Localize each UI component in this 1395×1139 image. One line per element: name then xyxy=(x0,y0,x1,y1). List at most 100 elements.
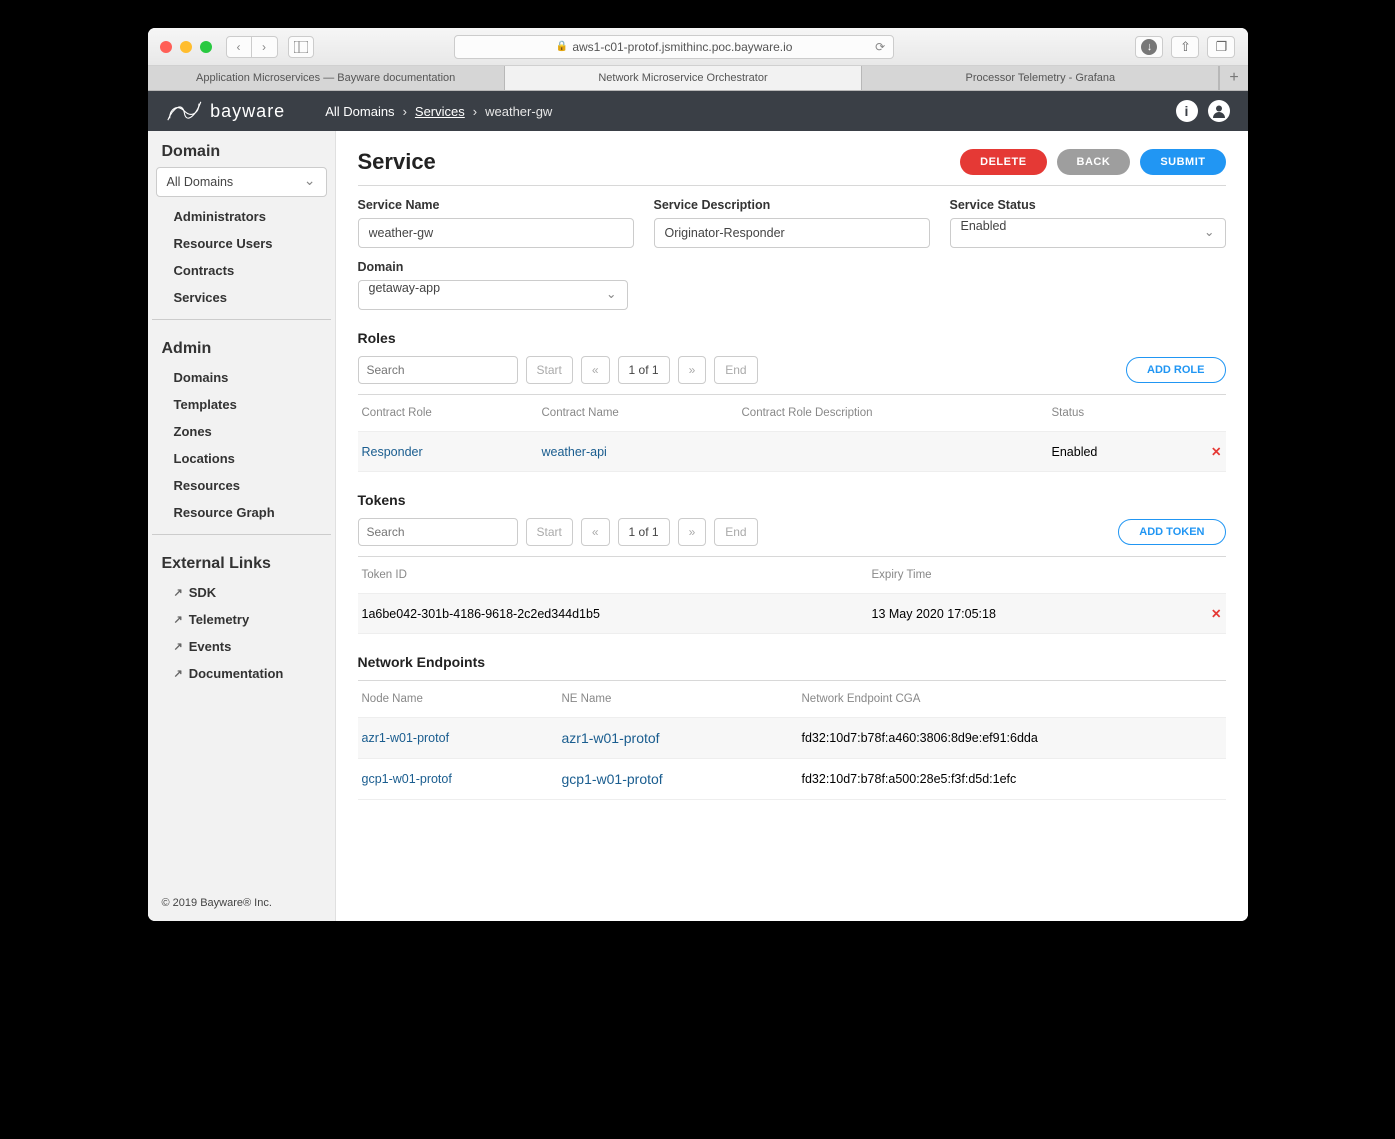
ext-link-documentation[interactable]: ↗Documentation xyxy=(148,660,335,687)
roles-search-input[interactable] xyxy=(358,356,518,384)
input-service-description[interactable] xyxy=(654,218,930,248)
sidebar-toggle-button[interactable] xyxy=(288,36,314,58)
roles-next-button[interactable]: » xyxy=(678,356,707,384)
tab-docs[interactable]: Application Microservices — Bayware docu… xyxy=(148,66,505,90)
col-contract-role: Contract Role xyxy=(362,407,542,419)
browser-titlebar: ‹ › 🔒 aws1-c01-protof.jsmithinc.poc.bayw… xyxy=(148,28,1248,66)
ext-link-sdk[interactable]: ↗SDK xyxy=(148,579,335,606)
node-link[interactable]: gcp1-w01-protof xyxy=(362,772,562,786)
new-tab-button[interactable]: + xyxy=(1219,66,1247,90)
window-controls xyxy=(160,41,212,53)
tab-grafana[interactable]: Processor Telemetry - Grafana xyxy=(862,66,1219,90)
endpoints-table-head: Node Name NE Name Network Endpoint CGA xyxy=(358,681,1226,718)
select-service-status[interactable]: Enabled xyxy=(950,218,1226,248)
endpoints-title: Network Endpoints xyxy=(358,654,1226,670)
sidebar-divider xyxy=(152,319,331,320)
logo-icon xyxy=(166,100,203,122)
tab-orchestrator[interactable]: Network Microservice Orchestrator xyxy=(505,66,862,90)
nav-buttons: ‹ › xyxy=(226,36,278,58)
close-window-button[interactable] xyxy=(160,41,172,53)
role-delete-icon[interactable]: ✕ xyxy=(1192,444,1222,459)
ne-link[interactable]: azr1-w01-protof xyxy=(562,730,802,746)
nav-back-button[interactable]: ‹ xyxy=(226,36,252,58)
browser-window: ‹ › 🔒 aws1-c01-protof.jsmithinc.poc.bayw… xyxy=(148,28,1248,921)
sidebar-item-locations[interactable]: Locations xyxy=(148,445,335,472)
brand-logo[interactable]: bayware xyxy=(166,100,286,122)
breadcrumb-current: weather-gw xyxy=(485,104,552,119)
tokens-start-button[interactable]: Start xyxy=(526,518,573,546)
action-buttons: DELETE BACK SUBMIT xyxy=(960,149,1225,175)
page-header: Service DELETE BACK SUBMIT xyxy=(358,149,1226,186)
download-button[interactable]: ↓ xyxy=(1135,36,1163,58)
label-service-description: Service Description xyxy=(654,198,930,212)
toolbar-icons: ↓ ⇧ ❐ xyxy=(1135,36,1235,58)
tokens-page-info: 1 of 1 xyxy=(618,518,670,546)
sidebar-item-templates[interactable]: Templates xyxy=(148,391,335,418)
sidebar-item-zones[interactable]: Zones xyxy=(148,418,335,445)
breadcrumb-services[interactable]: Services xyxy=(415,104,465,119)
tokens-prev-button[interactable]: « xyxy=(581,518,610,546)
sidebar-admin-title: Admin xyxy=(148,328,335,364)
tokens-end-button[interactable]: End xyxy=(714,518,757,546)
contract-name-link[interactable]: weather-api xyxy=(542,445,742,459)
endpoints-row: gcp1-w01-protof gcp1-w01-protof fd32:10d… xyxy=(358,759,1226,800)
tokens-title: Tokens xyxy=(358,492,1226,508)
app-header: bayware All Domains › Services › weather… xyxy=(148,91,1248,131)
node-link[interactable]: azr1-w01-protof xyxy=(362,731,562,745)
external-link-icon: ↗ xyxy=(174,667,183,680)
sidebar-domain-title: Domain xyxy=(148,131,335,167)
minimize-window-button[interactable] xyxy=(180,41,192,53)
domain-select[interactable]: All Domains xyxy=(156,167,327,197)
ext-link-telemetry[interactable]: ↗Telemetry xyxy=(148,606,335,633)
roles-controls: Start « 1 of 1 » End ADD ROLE xyxy=(358,356,1226,384)
token-id: 1a6be042-301b-4186-9618-2c2ed344d1b5 xyxy=(362,607,872,621)
sidebar-item-domains[interactable]: Domains xyxy=(148,364,335,391)
roles-table: Contract Role Contract Name Contract Rol… xyxy=(358,394,1226,472)
maximize-window-button[interactable] xyxy=(200,41,212,53)
sidebar-item-resources[interactable]: Resources xyxy=(148,472,335,499)
breadcrumb-all-domains[interactable]: All Domains xyxy=(325,104,394,119)
share-button[interactable]: ⇧ xyxy=(1171,36,1199,58)
user-icon[interactable] xyxy=(1208,100,1230,122)
cga-value: fd32:10d7:b78f:a460:3806:8d9e:ef91:6dda xyxy=(802,731,1222,745)
sidebar-item-contracts[interactable]: Contracts xyxy=(148,257,335,284)
submit-button[interactable]: SUBMIT xyxy=(1140,149,1225,175)
sidebar-item-administrators[interactable]: Administrators xyxy=(148,203,335,230)
ne-link[interactable]: gcp1-w01-protof xyxy=(562,771,802,787)
sidebar-item-resource-users[interactable]: Resource Users xyxy=(148,230,335,257)
page-title: Service xyxy=(358,149,436,175)
tokens-table: Token ID Expiry Time 1a6be042-301b-4186-… xyxy=(358,556,1226,634)
tokens-table-head: Token ID Expiry Time xyxy=(358,557,1226,594)
reload-icon[interactable]: ⟳ xyxy=(875,40,885,54)
info-icon[interactable]: i xyxy=(1176,100,1198,122)
ext-link-events[interactable]: ↗Events xyxy=(148,633,335,660)
header-icons: i xyxy=(1176,100,1230,122)
cga-value: fd32:10d7:b78f:a500:28e5:f3f:d5d:1efc xyxy=(802,772,1222,786)
col-node-name: Node Name xyxy=(362,693,562,705)
tokens-row: 1a6be042-301b-4186-9618-2c2ed344d1b5 13 … xyxy=(358,594,1226,634)
nav-forward-button[interactable]: › xyxy=(252,36,278,58)
role-link[interactable]: Responder xyxy=(362,445,542,459)
input-service-name[interactable] xyxy=(358,218,634,248)
endpoints-table: Node Name NE Name Network Endpoint CGA a… xyxy=(358,680,1226,800)
add-role-button[interactable]: ADD ROLE xyxy=(1126,357,1225,383)
token-delete-icon[interactable]: ✕ xyxy=(1192,606,1222,621)
tokens-next-button[interactable]: » xyxy=(678,518,707,546)
field-service-status: Service Status Enabled xyxy=(950,198,1226,248)
sidebar-item-resource-graph[interactable]: Resource Graph xyxy=(148,499,335,526)
roles-start-button[interactable]: Start xyxy=(526,356,573,384)
back-button[interactable]: BACK xyxy=(1057,149,1131,175)
delete-button[interactable]: DELETE xyxy=(960,149,1046,175)
roles-prev-button[interactable]: « xyxy=(581,356,610,384)
form-row-2: Domain getaway-app xyxy=(358,260,1226,310)
add-token-button[interactable]: ADD TOKEN xyxy=(1118,519,1225,545)
tokens-search-input[interactable] xyxy=(358,518,518,546)
select-domain[interactable]: getaway-app xyxy=(358,280,628,310)
roles-table-head: Contract Role Contract Name Contract Rol… xyxy=(358,395,1226,432)
field-domain: Domain getaway-app xyxy=(358,260,628,310)
label-service-status: Service Status xyxy=(950,198,1226,212)
tabs-button[interactable]: ❐ xyxy=(1207,36,1235,58)
sidebar-item-services[interactable]: Services xyxy=(148,284,335,311)
url-bar[interactable]: 🔒 aws1-c01-protof.jsmithinc.poc.bayware.… xyxy=(454,35,894,59)
roles-end-button[interactable]: End xyxy=(714,356,757,384)
